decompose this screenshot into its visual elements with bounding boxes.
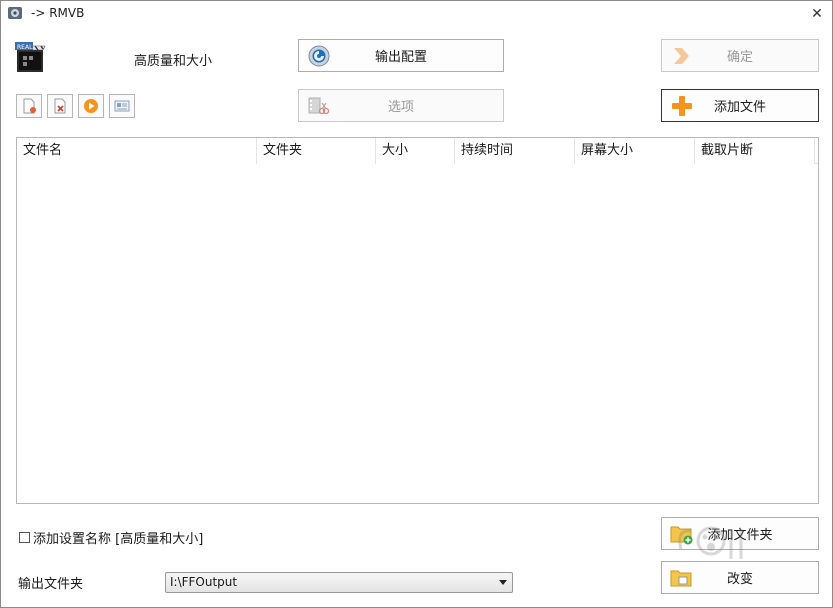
output-config-label: 输出配置 <box>374 50 427 65</box>
new-file-button[interactable] <box>16 94 42 118</box>
play-icon <box>84 99 98 113</box>
options-button[interactable]: 选项 <box>298 89 504 122</box>
output-config-button[interactable]: 输出配置 <box>298 39 504 72</box>
options-label: 选项 <box>387 100 414 115</box>
confirm-button[interactable]: 确定 <box>661 39 819 72</box>
app-icon <box>8 7 22 19</box>
delete-file-icon <box>54 98 66 114</box>
column-filename[interactable]: 文件名 <box>17 138 257 164</box>
info-button[interactable] <box>109 94 135 118</box>
gear-icon <box>308 45 330 66</box>
play-button[interactable] <box>78 94 104 118</box>
new-file-icon <box>23 98 36 114</box>
column-screen-size[interactable]: 屏幕大小 <box>575 138 695 164</box>
column-clip[interactable]: 截取片断 <box>695 138 815 164</box>
add-folder-button[interactable]: 添加文件夹 <box>661 517 819 550</box>
add-file-button[interactable]: 添加文件 <box>661 89 819 122</box>
add-setting-name-label: 添加设置名称 [高质量和大小] <box>33 532 204 547</box>
svg-text:REAL: REAL <box>17 44 33 51</box>
main-window: -> RMVB ✕ REAL 高质量和大小 输出配置 确定 选项 添加文件 文件… <box>0 0 833 608</box>
file-list-header: 文件名 文件夹 大小 持续时间 屏幕大小 截取片断 <box>17 138 818 164</box>
confirm-label: 确定 <box>726 50 753 65</box>
preset-name-label: 高质量和大小 <box>134 54 213 69</box>
add-setting-name-checkbox[interactable] <box>19 532 30 543</box>
change-label: 改变 <box>726 572 753 587</box>
arrow-right-icon <box>674 47 689 64</box>
plus-icon <box>672 95 692 116</box>
add-folder-label: 添加文件夹 <box>707 528 773 543</box>
info-card-icon <box>114 100 130 112</box>
close-icon[interactable]: ✕ <box>806 3 828 25</box>
add-file-label: 添加文件 <box>713 100 766 115</box>
column-folder[interactable]: 文件夹 <box>257 138 376 164</box>
real-format-icon: REAL <box>15 42 46 72</box>
column-size[interactable]: 大小 <box>376 138 455 164</box>
add-setting-name-option[interactable]: 添加设置名称 [高质量和大小] <box>19 528 203 547</box>
column-duration[interactable]: 持续时间 <box>455 138 575 164</box>
add-folder-icon <box>670 526 693 544</box>
window-title: -> RMVB <box>31 6 85 20</box>
change-button[interactable]: 改变 <box>661 561 819 594</box>
folder-icon <box>670 570 692 586</box>
title-bar: -> RMVB ✕ <box>1 1 832 27</box>
output-folder-label: 输出文件夹 <box>18 577 84 592</box>
output-folder-select[interactable]: I:\FFOutput <box>165 572 513 593</box>
file-list[interactable]: 文件名 文件夹 大小 持续时间 屏幕大小 截取片断 <box>16 137 819 504</box>
chevron-down-icon[interactable] <box>499 580 507 585</box>
remove-file-button[interactable] <box>47 94 73 118</box>
output-folder-value: I:\FFOutput <box>170 575 238 589</box>
film-scissors-icon <box>308 97 329 114</box>
